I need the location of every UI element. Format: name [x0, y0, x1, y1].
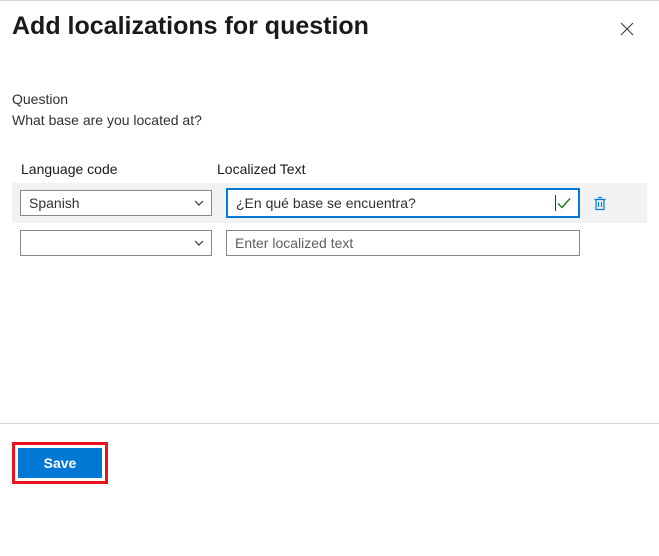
localized-text-value: ¿En qué base se encuentra?: [236, 195, 555, 211]
question-text: What base are you located at?: [12, 110, 647, 131]
chevron-down-icon: [193, 237, 205, 249]
trash-icon: [592, 195, 608, 211]
column-header-localized: Localized Text: [217, 161, 305, 177]
dialog-title: Add localizations for question: [12, 11, 369, 42]
question-block: Question What base are you located at?: [12, 89, 647, 131]
localization-row: [12, 223, 647, 263]
language-select-value: Spanish: [29, 195, 80, 211]
check-icon: [556, 195, 572, 211]
language-select[interactable]: [20, 230, 212, 256]
language-select[interactable]: Spanish: [20, 190, 212, 216]
close-button[interactable]: [613, 15, 641, 43]
close-icon: [620, 22, 634, 36]
chevron-down-icon: [193, 197, 205, 209]
column-header-language: Language code: [12, 161, 217, 177]
save-button[interactable]: Save: [18, 448, 102, 478]
save-highlight: Save: [12, 442, 108, 484]
dialog-footer: Save: [0, 423, 659, 502]
localized-text-input[interactable]: [226, 230, 580, 256]
dialog-header: Add localizations for question: [0, 1, 659, 43]
column-headers: Language code Localized Text: [12, 161, 647, 177]
question-label: Question: [12, 89, 647, 110]
localization-row: Spanish ¿En qué base se encuentra?: [12, 183, 647, 223]
localized-text-input[interactable]: ¿En qué base se encuentra?: [226, 188, 580, 218]
delete-row-button[interactable]: [588, 191, 612, 215]
